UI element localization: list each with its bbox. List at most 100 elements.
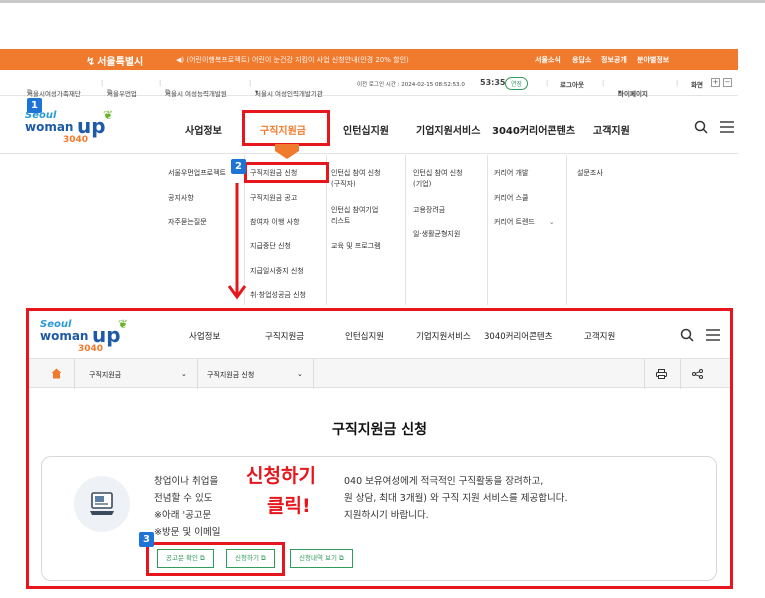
mega-item-work-life-balance[interactable]: 일·생활균형지원 [413,229,460,240]
caret-down-icon: ▾ [618,88,622,96]
external-link-icon: ⧉ [339,554,344,562]
down-arrow-icon [228,183,246,300]
util-separator: | [159,79,162,87]
home-icon[interactable] [51,368,62,379]
mega-item-faq[interactable]: 자주묻는질문 [168,217,207,228]
logo-3040: 3040 [78,344,104,354]
hamburger-menu-icon[interactable] [720,121,734,133]
print-icon[interactable] [656,369,667,379]
gov-link-field-info[interactable]: 분야별정보 [637,55,669,65]
mega-item-intern-apply-seeker[interactable]: 인턴십 참여 신청 [331,168,381,179]
mega-item-career-dev[interactable]: 커리어 개발 [494,168,528,179]
nav-internship[interactable]: 인턴십지원 [345,330,384,342]
nav-company-support[interactable]: 기업지원서비스 [416,330,471,342]
top-divider [0,0,765,3]
chevron-down-icon[interactable]: ⌄ [297,370,303,378]
mypage-label: 마이페이지 [618,90,648,98]
mega-item-intern-apply-company[interactable]: 인턴십 참여 신청 [413,168,463,179]
overlay-apply-text: 신청하기 [246,465,316,487]
gov-link-news[interactable]: 서울소식 [535,55,561,65]
mega-item-career-trend-label: 커리어 트렌드 [494,218,535,226]
mega-col-divider [566,155,567,305]
nav-company-support[interactable]: 기업지원서비스 [416,122,480,137]
apply-history-label: 신청내역 보기 [299,554,337,562]
mega-item-intern-companies[interactable]: 인턴십 참여기업 [331,205,378,216]
util-separator: | [602,79,605,87]
nav-business-info[interactable]: 사업정보 [189,330,220,342]
mega-item-education[interactable]: 교육 및 프로그램 [331,241,381,252]
chevron-down-icon: ⌄ [548,218,555,226]
gov-notice-text: (어린이행복프로젝트) 어린이 눈건강 지킴이 사업 신청안내(안경 20% 할… [186,56,409,64]
nav-internship[interactable]: 인턴십지원 [343,122,389,137]
leaf-icon: ❦ [118,317,129,331]
utility-bar: 서울시여성가족재단 ⧉ | 서울우먼업 ⧉ | 서울시 여성능력개발원 ⧉ | … [0,70,738,98]
site-logo[interactable]: Seoul woman up 3040 ❦ [25,108,125,150]
info-line: 창업이나 취업을 [154,476,219,487]
breadcrumb-divider [644,359,645,389]
info-line: 040 보유여성에게 적극적인 구직활동을 장려하고, [344,476,544,487]
document-monitor-icon [74,476,130,532]
share-icon[interactable] [692,369,703,379]
breadcrumb-level1[interactable]: 구직지원금 [89,370,121,380]
nav-customer-support[interactable]: 고객지원 [593,122,630,137]
leaf-icon: ❦ [103,108,114,122]
external-link-icon: ⧉ [165,88,170,96]
logo-3040: 3040 [63,135,89,145]
external-link-icon: ⧉ [27,88,32,96]
gov-notice[interactable]: ◀) (어린이행복프로젝트) 어린이 눈건강 지킴이 사업 신청안내(안경 20… [176,55,409,65]
util-separator: | [676,79,679,87]
caret-down-icon: ▾ [255,88,259,96]
zoom-out-button[interactable]: − [723,78,732,87]
nav-career-content[interactable]: 3040커리어콘텐츠 [484,330,553,342]
seoul-gov-logo-text: 서울특별시 [97,57,144,68]
site-logo[interactable]: Seoul woman up 3040 ❦ [40,317,140,359]
mega-item-employment-incentive[interactable]: 고용장려금 [413,205,445,216]
gov-link-info-open[interactable]: 정보공개 [601,55,627,65]
session-timer: 53:35 [480,78,506,87]
last-login-time: 이전 로그인 시간 : 2024-02-15 08:52:53.0 [357,82,465,88]
search-icon[interactable] [680,328,694,342]
mega-item-subsidy-notice[interactable]: 구직지원금 공고 [250,193,297,204]
nav-business-info[interactable]: 사업정보 [185,122,222,137]
chevron-down-icon[interactable]: ⌄ [181,370,187,378]
mega-item-participant-duties[interactable]: 참여자 이행 사항 [250,217,300,228]
nav-job-subsidy[interactable]: 구직지원금 [265,330,304,342]
breadcrumb-level2[interactable]: 구직지원금 신청 [207,370,254,380]
mega-item-survey[interactable]: 설문조사 [577,168,603,179]
hamburger-menu-icon[interactable] [706,329,720,341]
overlay-click-text: 클릭! [267,495,311,517]
mega-item-womanup-project[interactable]: 서울우먼업프로젝트 [168,168,226,179]
site-link-development-center-label: 서울시 여성능력개발원 [165,90,227,98]
header-divider [0,153,738,154]
mega-item-intern-apply-seeker-sub: (구직자) [331,180,356,188]
search-icon[interactable] [694,120,708,134]
seoul-gov-logo[interactable]: ↯ 서울특별시 [86,53,143,68]
info-line: 원 상담, 최대 3개월) 와 구직 지원 서비스를 제공합니다. [344,493,568,504]
highlight-apply-buttons [146,542,285,576]
gov-link-eungdapso[interactable]: 응답소 [572,55,591,65]
extend-session-button[interactable]: 연장 [505,77,529,90]
mega-item-stop-payment[interactable]: 지급중단 신청 [250,241,291,252]
breadcrumb: 구직지원금 ⌄ 구직지원금 신청 ⌄ [29,358,730,389]
screen-zoom-label: 화면 [691,81,703,89]
mega-col-divider [487,155,488,305]
apply-history-button[interactable]: 신청내역 보기 ⧉ [290,549,353,568]
util-separator: | [546,79,549,87]
highlight-nav-job-subsidy [242,110,330,146]
mega-item-career-school[interactable]: 커리어 스쿨 [494,193,528,204]
info-line: ※방문 및 이메일 [154,527,221,538]
mega-item-pause-payment[interactable]: 지급일시중지 신청 [250,266,304,277]
logout-link[interactable]: 로그아웃 [560,79,584,89]
step-badge-1: 1 [27,98,42,113]
mega-item-notice[interactable]: 공지사항 [168,193,194,204]
site-select-institutions-label: 서울시 여성인력개발기관 [255,90,323,98]
util-separator: | [101,79,104,87]
mega-item-career-trend[interactable]: 커리어 트렌드 ⌄ [494,217,555,228]
dropdown-pointer-icon [275,144,299,159]
mega-item-success-bonus[interactable]: 취·창업성공금 신청 [250,290,306,301]
zoom-in-button[interactable]: + [711,78,720,87]
nav-customer-support[interactable]: 고객지원 [584,330,615,342]
breadcrumb-divider [313,359,314,389]
nav-career-content[interactable]: 3040커리어콘텐츠 [492,122,575,137]
logo-woman: woman [25,120,74,134]
